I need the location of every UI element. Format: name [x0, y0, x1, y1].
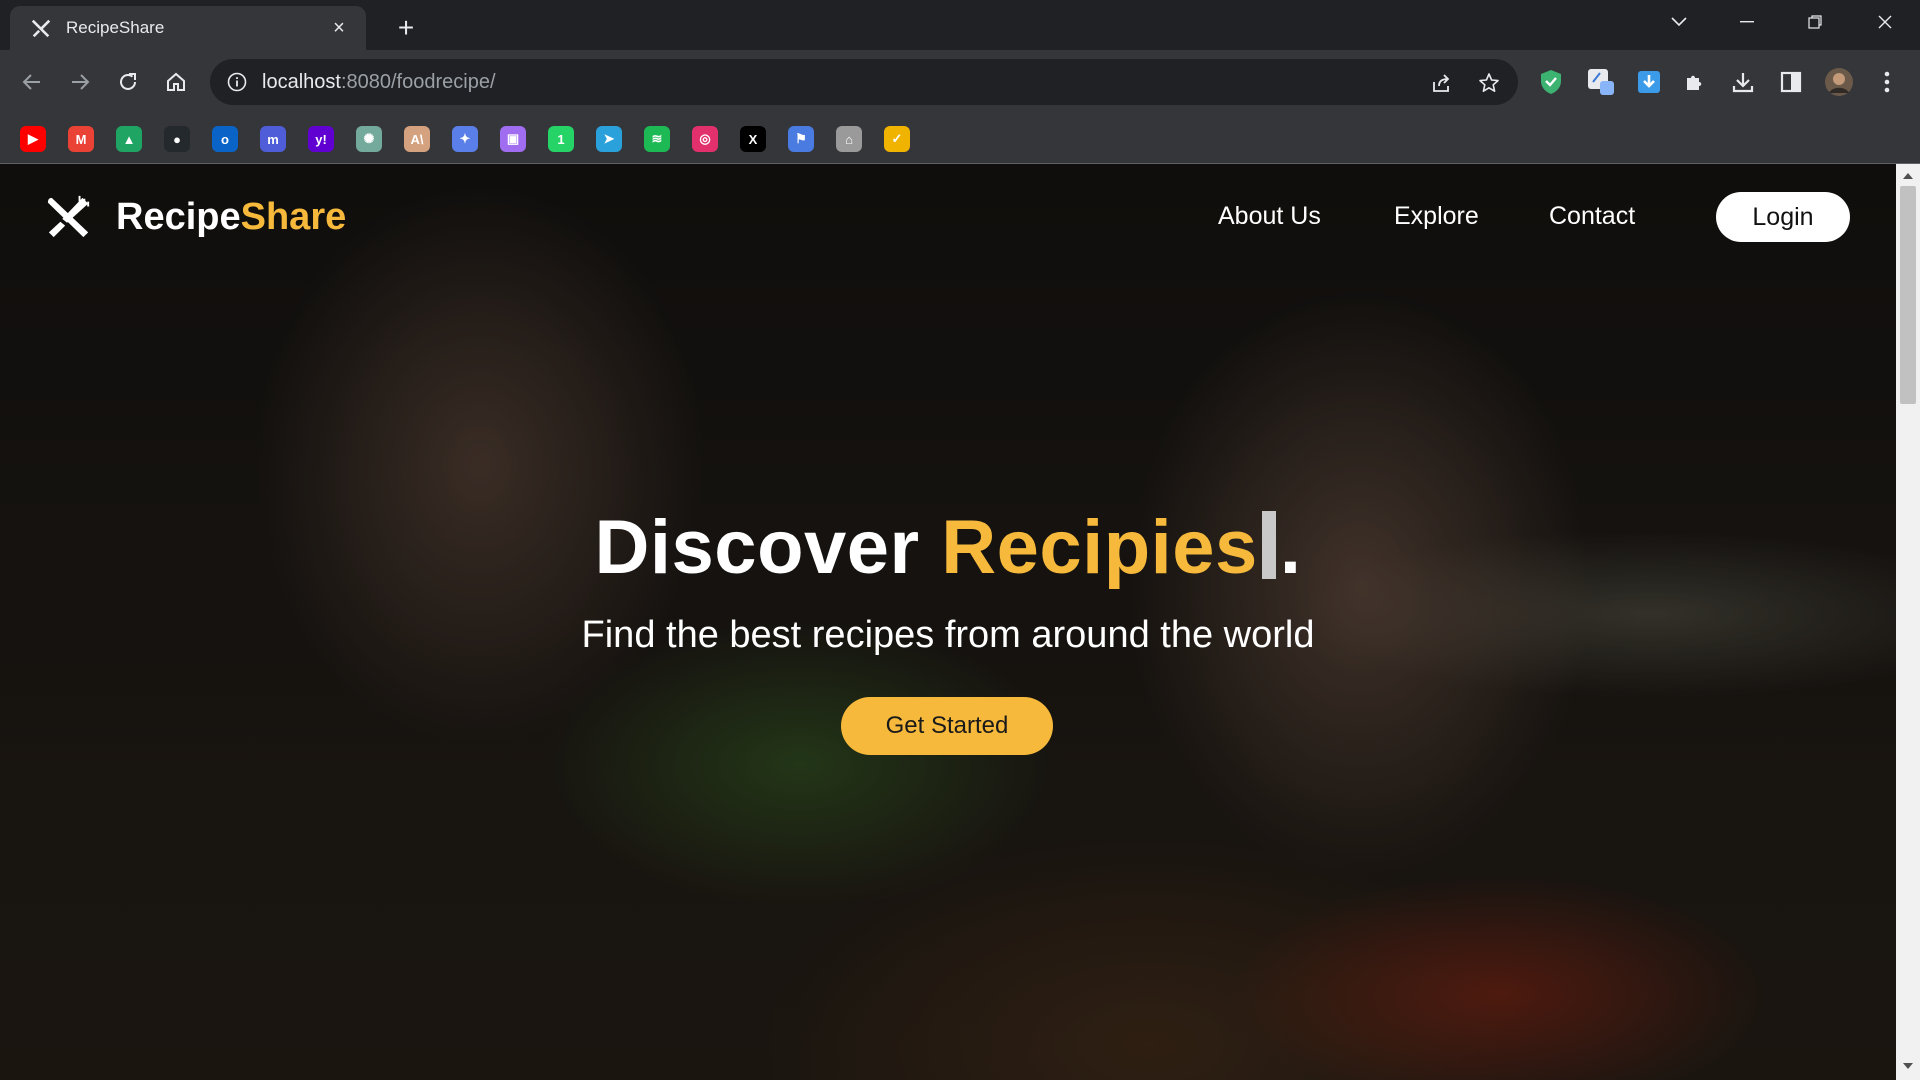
- youtube-icon[interactable]: ▶: [20, 126, 46, 152]
- gmail-icon[interactable]: M: [68, 126, 94, 152]
- instagram-icon[interactable]: ◎: [692, 126, 718, 152]
- side-panel-icon[interactable]: [1774, 65, 1808, 99]
- tab-title: RecipeShare: [66, 18, 165, 37]
- fork-knife-logo-icon: [47, 195, 90, 238]
- app-icon[interactable]: ▣: [500, 126, 526, 152]
- tab-bar: RecipeShare × +: [0, 0, 1920, 50]
- tool-icon[interactable]: ⌂: [836, 126, 862, 152]
- page-scrollbar[interactable]: [1896, 164, 1920, 1080]
- logo-text-recipe: Recipe: [116, 195, 241, 238]
- downloads-icon[interactable]: [1726, 65, 1760, 99]
- nav-contact[interactable]: Contact: [1549, 202, 1635, 231]
- flag-icon[interactable]: ⚑: [788, 126, 814, 152]
- nav-about-us[interactable]: About Us: [1218, 202, 1321, 231]
- translate-extension-icon[interactable]: [1584, 65, 1618, 99]
- scroll-up-arrow-icon[interactable]: [1902, 170, 1914, 182]
- minimize-button[interactable]: [1724, 8, 1770, 36]
- tab-search-icon[interactable]: [1656, 8, 1702, 36]
- site-info-icon[interactable]: [226, 71, 248, 93]
- check-icon[interactable]: ✓: [884, 126, 910, 152]
- nav-explore[interactable]: Explore: [1394, 202, 1479, 231]
- whatsapp-icon[interactable]: 1: [548, 126, 574, 152]
- outlook-icon[interactable]: o: [212, 126, 238, 152]
- typing-caret: [1261, 511, 1276, 579]
- forward-button[interactable]: [62, 64, 98, 100]
- x-icon[interactable]: X: [740, 126, 766, 152]
- home-button[interactable]: [158, 64, 194, 100]
- scroll-down-arrow-icon[interactable]: [1902, 1060, 1914, 1072]
- browser-toolbar: localhost:8080/foodrecipe/: [0, 50, 1920, 114]
- address-bar[interactable]: localhost:8080/foodrecipe/: [210, 59, 1518, 105]
- url-host: localhost: [262, 70, 341, 93]
- hero-subheading: Find the best recipes from around the wo…: [581, 614, 1315, 656]
- anthropic-icon[interactable]: A\: [404, 126, 430, 152]
- page-viewport: Recipe Share About Us Explore Contact Log…: [0, 164, 1896, 1080]
- chatgpt-icon[interactable]: ✺: [356, 126, 382, 152]
- close-window-button[interactable]: [1862, 8, 1908, 36]
- back-button[interactable]: [14, 64, 50, 100]
- google-drive-icon[interactable]: ▲: [116, 126, 142, 152]
- site-logo[interactable]: Recipe Share: [46, 194, 346, 240]
- github-icon[interactable]: ●: [164, 126, 190, 152]
- telegram-icon[interactable]: ➤: [596, 126, 622, 152]
- download-extension-icon[interactable]: [1632, 65, 1666, 99]
- hero-headline: Discover Recipies.: [0, 504, 1896, 591]
- shield-extension-icon[interactable]: [1534, 65, 1568, 99]
- bookmarks-bar: ▶ M ▲ ● o m y! ✺ A\ ✦ ▣ 1 ➤ ≋ ◎ X ⚑ ⌂ ✓: [0, 114, 1920, 164]
- bookmark-star-icon[interactable]: [1476, 70, 1502, 96]
- share-icon[interactable]: [1428, 70, 1454, 96]
- mastodon-icon[interactable]: m: [260, 126, 286, 152]
- new-tab-button[interactable]: +: [390, 12, 422, 44]
- restore-button[interactable]: [1792, 8, 1838, 36]
- browser-tab[interactable]: RecipeShare ×: [10, 6, 366, 50]
- logo-text-share: Share: [240, 195, 347, 238]
- url-path: :8080/foodrecipe/: [340, 70, 496, 93]
- profile-avatar[interactable]: [1822, 65, 1856, 99]
- headline-discover: Discover: [594, 505, 942, 590]
- headline-period: .: [1279, 505, 1302, 590]
- get-started-button[interactable]: Get Started: [841, 697, 1053, 755]
- spotify-icon[interactable]: ≋: [644, 126, 670, 152]
- scrollbar-thumb[interactable]: [1900, 186, 1916, 404]
- close-tab-icon[interactable]: ×: [328, 17, 350, 39]
- yahoo-icon[interactable]: y!: [308, 126, 334, 152]
- headline-recipies: Recipies: [941, 505, 1258, 590]
- login-button[interactable]: Login: [1716, 192, 1850, 242]
- gemini-icon[interactable]: ✦: [452, 126, 478, 152]
- menu-kebab-icon[interactable]: [1870, 65, 1904, 99]
- reload-button[interactable]: [110, 64, 146, 100]
- site-navbar: Recipe Share About Us Explore Contact Log…: [0, 164, 1896, 268]
- extensions-puzzle-icon[interactable]: [1678, 65, 1712, 99]
- fork-knife-favicon-icon: [30, 17, 52, 39]
